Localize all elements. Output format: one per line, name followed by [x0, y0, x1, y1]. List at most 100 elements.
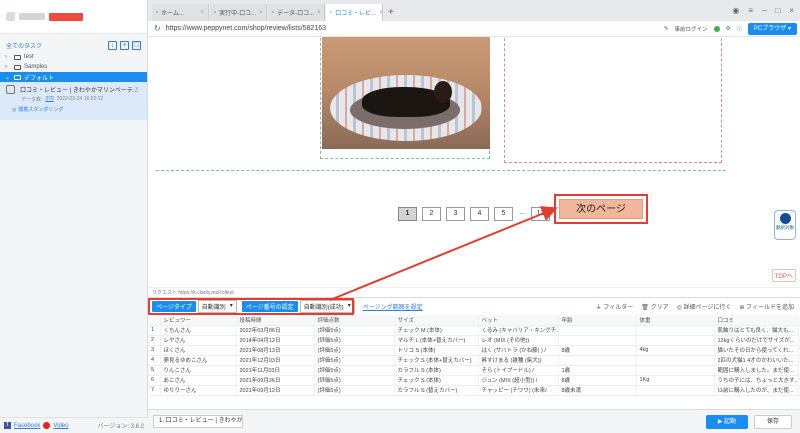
table-cell: 2021年09月12日 — [236, 385, 315, 396]
add-tab-icon[interactable]: + — [384, 4, 398, 21]
info-icon[interactable]: ⓘ — [736, 25, 742, 33]
close-icon[interactable]: × — [259, 10, 263, 16]
close-icon[interactable]: × — [379, 10, 382, 16]
table-cell: 2014年04月12日 — [236, 335, 315, 346]
table-cell: (評価5点) — [314, 325, 395, 336]
all-tasks-label[interactable]: 全てのタスク — [6, 41, 42, 50]
column-header[interactable]: 体重 — [636, 315, 715, 326]
detail-page-button[interactable]: ◎ 詳細ページに行く — [677, 302, 732, 311]
table-row[interactable]: 1 くちんさん 2022年03月06日 (評価5点) チェック M (本体) くるみ (キ… — [148, 325, 799, 336]
page-4-button[interactable]: 4 — [470, 207, 489, 221]
table-cell — [558, 335, 637, 346]
maximize-icon[interactable]: □ — [775, 6, 780, 15]
chevron-down-icon: ▾ — [347, 303, 351, 309]
page-5-button[interactable]: 5 — [494, 207, 513, 221]
close-icon[interactable]: × — [317, 10, 321, 16]
filter-button[interactable]: ⏚ フィルター — [596, 302, 634, 311]
reload-icon[interactable]: ↻ — [154, 24, 161, 33]
clear-button[interactable]: 🗑 クリア — [641, 302, 668, 311]
facebook-icon: f — [4, 422, 11, 429]
task-data-count[interactable]: 270 — [45, 96, 53, 103]
table-cell: (評価5点) — [314, 385, 395, 396]
table-cell — [636, 385, 715, 396]
table-cell: カラフル S (本体) — [394, 365, 479, 376]
tab-home[interactable]: ▫ ホーム... × — [152, 4, 209, 21]
table-cell: 8歳 — [558, 345, 637, 356]
page-number-select[interactable]: 自動識別(成功) ▾ — [299, 300, 355, 313]
table-cell: チェック S (本体) — [394, 375, 479, 386]
tab-bar: ▫ ホーム... × ▫ 実行中-口コ... × ▫ データ-口コ... × ▫ 口コミ・レビ… — [148, 0, 800, 21]
video-link[interactable]: Video — [53, 423, 68, 429]
tree-item-samples[interactable]: › Samples — [0, 62, 147, 72]
column-header[interactable]: 評価点数 — [314, 315, 395, 326]
tab-running[interactable]: ▫ 実行中-口コ... × — [210, 4, 267, 21]
close-icon[interactable]: × — [200, 10, 204, 16]
tab-data[interactable]: ▫ データ-口コ... × — [268, 4, 325, 21]
table-cell: (評価5点) — [314, 375, 395, 386]
page-3-button[interactable]: 3 — [446, 207, 465, 221]
table-row[interactable]: 4 夢見るゆめこさん 2021年12月03日 (評価5点) チェック S (本体+替えカ… — [148, 355, 799, 366]
task-status: 閲覧スタンダリング — [18, 107, 64, 113]
page-type-select[interactable]: 自動識別 ▾ — [197, 300, 237, 313]
tree-item-label: test — [24, 54, 34, 60]
edit-icon[interactable]: ✎ — [664, 26, 669, 32]
column-header[interactable]: 年齢 — [558, 315, 637, 326]
new-folder-icon[interactable]: + — [120, 40, 129, 50]
workflow-step-tab[interactable]: 1. 口コミ・レビュー | きわやかマ... — [153, 415, 243, 428]
page-1-button[interactable]: 1 — [398, 207, 417, 221]
column-header[interactable]: サイズ — [394, 315, 479, 326]
task-title: 口コミ・レビュー | きわやかマリンベーテ... — [20, 88, 138, 94]
table-cell: くちんさん — [160, 325, 237, 336]
close-icon[interactable]: × — [135, 86, 139, 93]
url-input[interactable]: https://www.peppynet.com/shop/review/lis… — [166, 25, 659, 32]
table-row[interactable]: 5 りんこさん 2021年11月03日 (評価5点) カラフル S (本体) そら (トイ… — [148, 365, 799, 376]
sidebar: 全てのタスク ↓ + □ › test › Samples ⌄ デフォルト 口コ… — [0, 0, 148, 433]
sidebar-footer: f Facebook Video バージョン: 3.6.2 — [0, 417, 148, 433]
facebook-link[interactable]: Facebook — [14, 423, 40, 429]
next-page-button[interactable]: 次のページ — [559, 199, 643, 219]
new-task-icon[interactable]: □ — [132, 40, 141, 50]
translate-widget[interactable]: 翻訳対象 — [774, 210, 796, 240]
table-cell: チャッピー (チワワ) (未来/ — [478, 385, 559, 396]
pagination-ellipsis: ... — [519, 209, 525, 216]
minimize-icon[interactable]: – — [762, 6, 766, 15]
set-paging-range-link[interactable]: ページング範囲を設定 — [363, 302, 423, 311]
chevron-down-icon: ▾ — [229, 303, 233, 309]
page-12-button[interactable]: 12 — [531, 207, 550, 221]
tab-label: 実行中-口コ... — [219, 11, 257, 17]
menu-icon[interactable]: ≡ — [748, 6, 753, 15]
plus-icon: ⊕ — [739, 305, 745, 311]
task-card[interactable]: 口コミ・レビュー | きわやかマリンベーテ... データ数: 270 2022-… — [0, 82, 147, 120]
column-header[interactable]: レビュワー — [160, 315, 237, 326]
pc-browser-button[interactable]: PCブラウザ ▾ — [747, 22, 797, 35]
column-header[interactable] — [148, 315, 161, 326]
close-window-icon[interactable]: × — [789, 6, 794, 15]
user-icon[interactable]: ◉ — [732, 6, 739, 15]
table-cell — [636, 355, 715, 366]
run-button[interactable]: ▶ 起動 — [706, 414, 748, 429]
table-row[interactable]: 7 ゆりりーさん 2021年09月12日 (評価5点) カラフル S (替えカバー) チャ… — [148, 385, 799, 396]
next-page-highlight: 次のページ — [554, 194, 648, 224]
page-2-button[interactable]: 2 — [422, 207, 441, 221]
back-to-top-button[interactable]: TOPへ — [771, 269, 796, 282]
column-header[interactable]: ペット — [478, 315, 559, 326]
column-header[interactable]: 口コミ — [714, 315, 799, 326]
tab-reviews[interactable]: ▫ 口コミ・レビ... × — [326, 4, 383, 21]
pre-login-button[interactable]: 事前ログイン — [675, 25, 708, 33]
column-header[interactable]: 投稿時間 — [236, 315, 315, 326]
folder-icon — [14, 64, 21, 70]
save-button[interactable]: 保存 — [754, 414, 792, 429]
import-icon[interactable]: ↓ — [108, 40, 117, 50]
tab-label: ホーム... — [161, 11, 184, 17]
settings-icon[interactable]: ⚙ — [726, 26, 731, 32]
tree-item-default[interactable]: ⌄ デフォルト — [0, 72, 147, 82]
table-cell: 1歳 — [558, 365, 637, 376]
table-cell: うちの子には、ちょっと大きす... — [714, 375, 799, 386]
table-row[interactable]: 6 あこさん 2021年09月26日 (評価5点) チェック S (本体) ジュン (MI… — [148, 375, 799, 386]
tree-item-test[interactable]: › test — [0, 52, 147, 62]
add-field-button[interactable]: ⊕ フィールドを追加 — [739, 302, 794, 311]
table-row[interactable]: 2 レヤさん 2014年04月12日 (評価5点) マルチ L (本体+替えカバー) レオ… — [148, 335, 799, 346]
eye-icon: ◎ — [676, 305, 682, 311]
table-cell: (評価5点) — [314, 345, 395, 356]
table-row[interactable]: 3 ほくさん 2021年08月13日 (評価5点) トリコ S (本体) はく (サバトラ… — [148, 345, 799, 356]
